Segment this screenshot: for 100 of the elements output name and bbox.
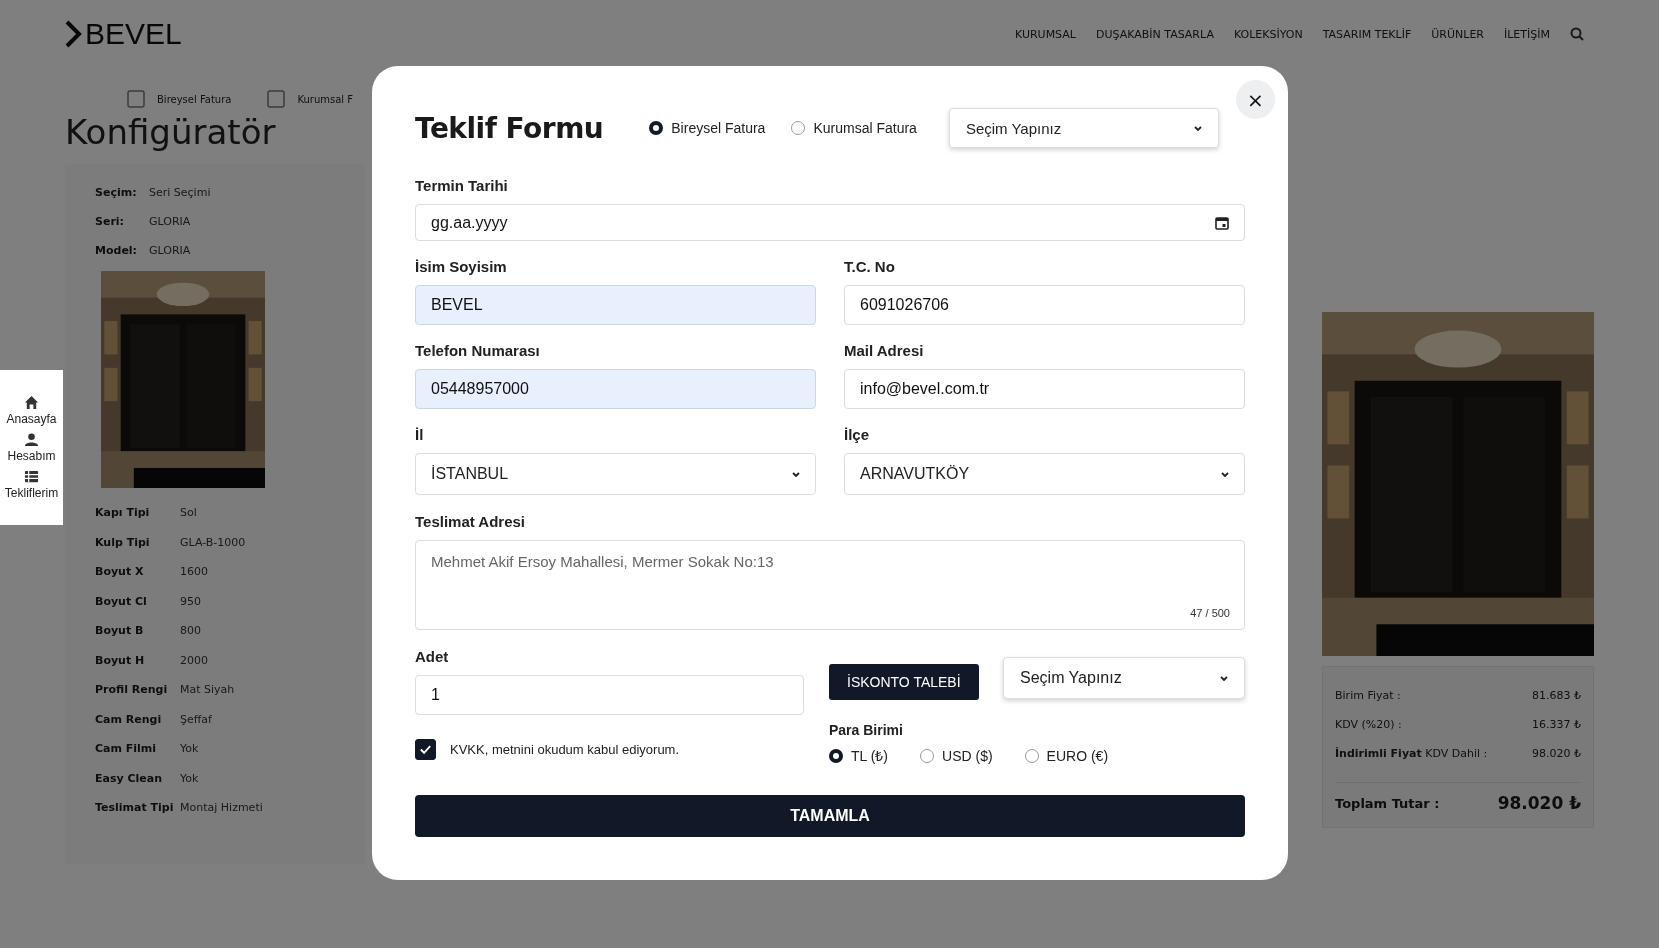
table-icon [24, 469, 39, 484]
checkbox[interactable] [415, 739, 436, 760]
price-label: İndirimli Fiyat KDV Dahil : [1335, 747, 1488, 760]
radio-label: EURO (€) [1046, 747, 1109, 764]
user-icon [24, 432, 39, 447]
nav-link[interactable]: ÜRÜNLER [1431, 27, 1484, 41]
field-label: T.C. No [844, 258, 896, 275]
submit-button[interactable]: TAMAMLA [415, 795, 1245, 837]
nav-link[interactable]: DUŞAKABİN TASARLA [1095, 27, 1214, 41]
spec-label: Profil Rengi [95, 683, 169, 697]
radio-button[interactable] [920, 748, 935, 763]
nav-link[interactable]: İLETİŞİM [1504, 27, 1550, 41]
home-icon [24, 395, 39, 410]
input-field[interactable]: 05448957000 [415, 369, 816, 409]
field-label: Adet [415, 648, 450, 665]
spec-value: Sol [180, 506, 197, 520]
field-label: Telefon Numarası [415, 342, 541, 359]
search-icon [1570, 27, 1584, 41]
radio-button[interactable] [649, 121, 664, 135]
nav-link[interactable]: KURUMSAL [1014, 27, 1076, 41]
price-label: Birim Fiyat : [1335, 689, 1401, 702]
radio-button[interactable] [791, 121, 806, 135]
side-menu-item[interactable]: Tekliflerim [0, 469, 63, 500]
summary-value: GLORIA [149, 215, 191, 228]
page-title: Konfigüratör [65, 112, 276, 152]
spec-value: Montaj Hizmeti [180, 801, 263, 815]
spec-label: Boyut Cl [95, 594, 148, 608]
quantity-field[interactable]: 1 [415, 675, 804, 715]
date-field[interactable]: gg.aa.yyyy [415, 204, 1245, 241]
radio-option[interactable]: TL (₺) [829, 746, 889, 765]
radio-option[interactable]: EURO (€) [1024, 746, 1109, 765]
select-field[interactable]: Seçim Yapınız [948, 108, 1219, 148]
select-field[interactable]: ARNAVUTKÖY [844, 453, 1245, 495]
spec-value: Mat Siyah [180, 683, 235, 697]
field-label: İsim Soyisim [415, 258, 508, 275]
price-value: 81.683 ₺ [1532, 689, 1581, 702]
total-label: Toplam Tutar : [1335, 795, 1440, 811]
caret-icon [1220, 675, 1228, 681]
field-label: Termin Tarihi [415, 177, 509, 194]
caret-icon [1221, 471, 1229, 477]
summary-label: Model: [95, 244, 138, 257]
spec-label: Kulp Tipi [95, 535, 151, 549]
nav-link[interactable]: TASARIM TEKLİF [1322, 27, 1412, 41]
spec-label: Cam Rengi [95, 712, 163, 726]
radio-button[interactable] [829, 748, 843, 763]
step-label: Bireysel Fatura [157, 93, 232, 105]
summary-label: Seçim: [95, 186, 138, 199]
radio-button[interactable] [1024, 748, 1039, 763]
radio-option[interactable]: USD ($) [920, 746, 993, 765]
spec-value: 800 [180, 624, 201, 638]
caret-icon [792, 471, 800, 477]
input-field[interactable]: BEVEL [415, 285, 816, 325]
logo-text: BEVEL [85, 17, 182, 51]
radio-label: Kurumsal Fatura [813, 120, 917, 136]
radio-label: USD ($) [942, 747, 993, 764]
side-menu-item[interactable]: Hesabım [0, 432, 63, 463]
calendar-icon [1215, 215, 1229, 230]
address-field[interactable]: Mehmet Akif Ersoy Mahallesi, Mermer Sokak No:13 47 / 500 [415, 540, 1245, 630]
spec-label: Teslimat Tipi [95, 801, 175, 815]
summary-label: Seri: [95, 215, 125, 228]
nav-link[interactable]: KOLEKSİYON [1233, 27, 1303, 41]
close-button[interactable]: × [1236, 80, 1275, 119]
input-field[interactable]: 6091026706 [844, 285, 1245, 325]
field-label: Teslimat Adresi [415, 513, 527, 530]
spec-label: Kapı Tipi [95, 506, 151, 520]
radio-option[interactable]: Bireysel Fatura [649, 120, 766, 136]
price-label: KDV (%20) : [1335, 718, 1402, 731]
field-label: Mail Adresi [844, 342, 925, 359]
spec-label: Easy Clean [95, 771, 164, 785]
field-label: İl [415, 426, 425, 443]
price-value: 98.020 ₺ [1532, 747, 1581, 760]
discount-button[interactable]: İSKONTO TALEBİ [829, 664, 979, 700]
caret-icon [1193, 125, 1202, 131]
field-label: İlçe [844, 426, 871, 443]
select-field[interactable]: Seçim Yapınız [1003, 657, 1245, 699]
side-menu-item[interactable]: Anasayfa [0, 395, 63, 426]
radio-label: Bireysel Fatura [671, 120, 766, 136]
total-value: 98.020 ₺ [1497, 793, 1581, 813]
logo[interactable]: BEVEL [65, 17, 182, 51]
field-label: Para Birimi [829, 722, 904, 738]
spec-value: GLA-B-1000 [180, 535, 246, 549]
price-value: 16.337 ₺ [1532, 718, 1581, 731]
spec-label: Boyut H [95, 653, 146, 667]
spec-label: Boyut B [95, 624, 145, 638]
input-field[interactable]: info@bevel.com.tr [844, 369, 1245, 409]
summary-value: GLORIA [149, 244, 191, 257]
spec-value: 2000 [180, 653, 208, 667]
spec-value: 950 [180, 594, 201, 608]
summary-value: Seri Seçimi [149, 186, 211, 199]
spec-value: Yok [180, 742, 199, 756]
radio-label: TL (₺) [851, 747, 889, 765]
chevron-icon [65, 20, 83, 48]
spec-value: Yok [180, 771, 199, 785]
spec-value: Şeffaf [180, 712, 212, 726]
character-counter: 47 / 500 [1190, 607, 1230, 619]
radio-option[interactable]: Kurumsal Fatura [791, 120, 917, 136]
select-field[interactable]: İSTANBUL [415, 453, 816, 495]
spec-label: Cam Filmi [95, 742, 158, 756]
consent-label: KVKK, metnini okudum kabul ediyorum. [450, 742, 680, 757]
modal-title: Teklif Formu [415, 111, 604, 145]
